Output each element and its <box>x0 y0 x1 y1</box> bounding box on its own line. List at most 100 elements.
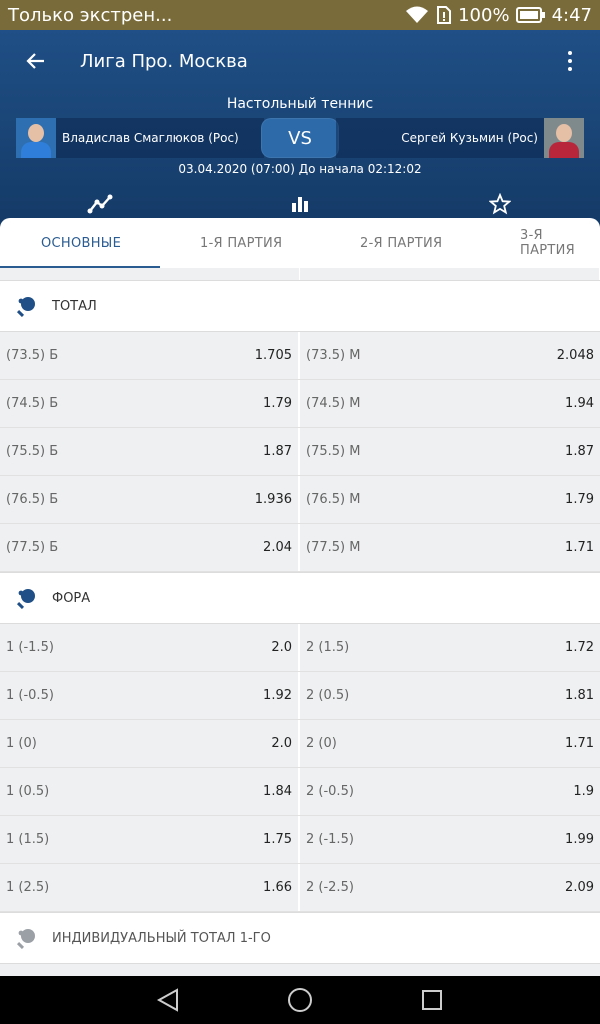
market-tabs: ОСНОВНЫЕ 1-Я ПАРТИЯ 2-Я ПАРТИЯ 3-Я ПАРТИ… <box>0 218 600 268</box>
trend-line-icon <box>87 194 113 214</box>
odds-cell[interactable]: 2 (-2.5) 2.09 <box>300 864 600 911</box>
player1-block: Владислав Смаглюков (Рос) <box>16 118 264 158</box>
odds-cell[interactable]: (75.5) Б 1.87 <box>0 428 300 475</box>
tab-set-3[interactable]: 3-Я ПАРТИЯ <box>520 218 600 268</box>
circle-home-icon <box>288 988 312 1012</box>
odds-value: 1.71 <box>565 540 594 555</box>
odds-value: 1.9 <box>573 784 594 799</box>
markets-list[interactable]: ТОТАЛ (73.5) Б 1.705 (73.5) М 2.048 (74.5)… <box>0 268 600 976</box>
nav-recents-button[interactable] <box>416 984 448 1016</box>
odds-cell[interactable]: (77.5) Б 2.04 <box>0 524 300 571</box>
odds-cell[interactable]: 2 (0) 1.71 <box>300 720 600 767</box>
table-row: 1 (-0.5) 1.92 2 (0.5) 1.81 <box>0 672 600 720</box>
odds-value: 1.79 <box>263 396 292 411</box>
odds-cell[interactable]: 1 (-0.5) 1.92 <box>0 672 300 719</box>
back-button[interactable] <box>18 43 54 79</box>
odds-value: 1.72 <box>565 640 594 655</box>
table-row: 1 (0) 2.0 2 (0) 1.71 <box>0 720 600 768</box>
odds-value: 1.705 <box>254 348 292 363</box>
odds-cell[interactable]: (73.5) М 2.048 <box>300 332 600 379</box>
arrow-left-icon <box>26 53 44 69</box>
odds-label: 1 (0.5) <box>6 784 50 799</box>
table-tennis-icon <box>16 929 35 949</box>
odds-value: 2.048 <box>556 348 594 363</box>
odds-value: 1.79 <box>565 492 594 507</box>
odds-cell[interactable]: 1 (2.5) 1.66 <box>0 864 300 911</box>
odds-cell[interactable]: 2 (-0.5) 1.9 <box>300 768 600 815</box>
odds-label: (76.5) М <box>306 492 361 507</box>
odds-label: (77.5) М <box>306 540 361 555</box>
odds-value: 1.92 <box>263 688 292 703</box>
list-gap <box>0 268 600 280</box>
tab-set-2[interactable]: 2-Я ПАРТИЯ <box>360 218 442 268</box>
odds-cell[interactable]: 1 (1.5) 1.75 <box>0 816 300 863</box>
odds-label: 1 (-1.5) <box>6 640 54 655</box>
odds-label: 2 (0) <box>306 736 337 751</box>
nav-home-button[interactable] <box>284 984 316 1016</box>
battery-icon <box>515 7 545 23</box>
odds-cell[interactable]: (76.5) М 1.79 <box>300 476 600 523</box>
odds-value: 1.71 <box>565 736 594 751</box>
table-row: 1 (-1.5) 2.0 2 (1.5) 1.72 <box>0 624 600 672</box>
odds-label: 2 (0.5) <box>306 688 350 703</box>
more-vertical-icon <box>568 51 572 55</box>
tab-set-1[interactable]: 1-Я ПАРТИЯ <box>200 218 282 268</box>
odds-label: 1 (2.5) <box>6 880 50 895</box>
sport-name: Настольный теннис <box>226 96 374 112</box>
odds-label: (73.5) Б <box>6 348 59 363</box>
odds-label: (76.5) Б <box>6 492 59 507</box>
favorite-button[interactable] <box>484 188 516 220</box>
more-menu-button[interactable] <box>558 43 582 79</box>
odds-label: 2 (1.5) <box>306 640 350 655</box>
odds-label: (74.5) М <box>306 396 361 411</box>
notification-text: Только экстрен... <box>8 4 173 26</box>
odds-cell[interactable]: 1 (0.5) 1.84 <box>0 768 300 815</box>
app-bar: Лига Про. Москва <box>0 30 600 92</box>
section-header-individual-total[interactable]: ИНДИВИДУАЛЬНЫЙ ТОТАЛ 1-ГО <box>0 912 600 964</box>
odds-label: 1 (0) <box>6 736 37 751</box>
odds-label: 1 (-0.5) <box>6 688 54 703</box>
odds-cell[interactable]: (76.5) Б 1.936 <box>0 476 300 523</box>
table-row: (74.5) Б 1.79 (74.5) М 1.94 <box>0 380 600 428</box>
odds-value: 2.09 <box>565 880 594 895</box>
odds-cell[interactable]: 2 (1.5) 1.72 <box>300 624 600 671</box>
match-datetime: 03.04.2020 (07:00) До начала 02:12:02 <box>178 162 422 176</box>
odds-label: 2 (-1.5) <box>306 832 354 847</box>
tab-main[interactable]: ОСНОВНЫЕ <box>41 218 121 268</box>
page-title: Лига Про. Москва <box>80 50 248 72</box>
bar-chart-icon <box>292 197 308 212</box>
odds-value: 1.75 <box>263 832 292 847</box>
odds-cell[interactable]: (73.5) Б 1.705 <box>0 332 300 379</box>
odds-value: 2.04 <box>263 540 292 555</box>
wifi-icon <box>406 6 429 23</box>
odds-label: 1 (1.5) <box>6 832 50 847</box>
odds-cell[interactable]: (77.5) М 1.71 <box>300 524 600 571</box>
player2-avatar <box>544 118 584 158</box>
odds-cell[interactable]: 1 (0) 2.0 <box>0 720 300 767</box>
sim-alert-icon <box>437 6 452 24</box>
odds-cell[interactable]: (74.5) М 1.94 <box>300 380 600 427</box>
odds-cell[interactable]: 1 (-1.5) 2.0 <box>0 624 300 671</box>
live-stats-button[interactable] <box>84 188 116 220</box>
star-icon <box>489 193 511 215</box>
odds-cell[interactable]: 2 (-1.5) 1.99 <box>300 816 600 863</box>
battery-percent: 100% <box>458 4 510 26</box>
odds-cell[interactable]: (74.5) Б 1.79 <box>0 380 300 427</box>
system-nav-bar <box>0 976 600 1024</box>
header-actions <box>0 188 600 220</box>
table-row: 1 (1.5) 1.75 2 (-1.5) 1.99 <box>0 816 600 864</box>
odds-cell[interactable]: (75.5) М 1.87 <box>300 428 600 475</box>
nav-back-button[interactable] <box>152 984 184 1016</box>
table-row: 1 (0.5) 1.84 2 (-0.5) 1.9 <box>0 768 600 816</box>
odds-label: (74.5) Б <box>6 396 59 411</box>
odds-label: (75.5) М <box>306 444 361 459</box>
section-header-handicap[interactable]: ФОРА <box>0 572 600 624</box>
statistics-button[interactable] <box>284 188 316 220</box>
vs-badge: VS <box>261 118 339 158</box>
odds-value: 1.81 <box>565 688 594 703</box>
odds-cell[interactable]: 2 (0.5) 1.81 <box>300 672 600 719</box>
odds-value: 2.0 <box>271 736 292 751</box>
table-row: (73.5) Б 1.705 (73.5) М 2.048 <box>0 332 600 380</box>
section-title: ФОРА <box>52 590 91 606</box>
section-header-total[interactable]: ТОТАЛ <box>0 280 600 332</box>
